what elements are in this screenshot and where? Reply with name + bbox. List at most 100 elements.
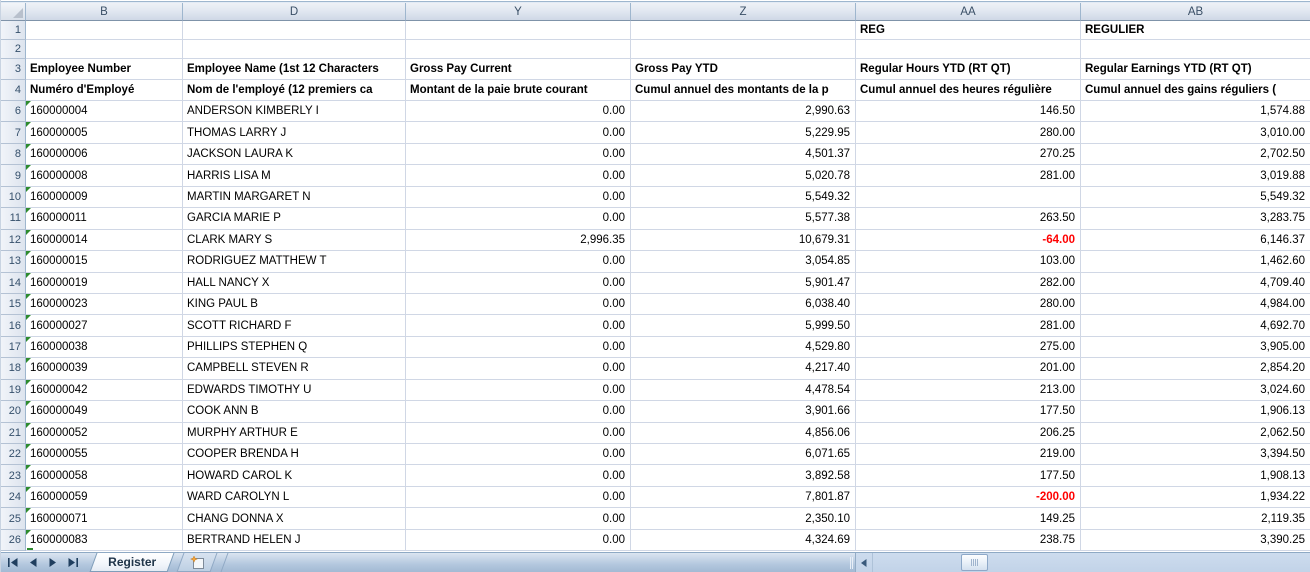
cell-regular-earnings-ytd[interactable]: 3,905.00	[1081, 337, 1310, 358]
cell-regular-earnings-ytd[interactable]: 3,024.60	[1081, 380, 1310, 401]
cell-employee-name[interactable]: PHILLIPS STEPHEN Q	[183, 337, 406, 358]
cell-employee-number[interactable]: 160000027	[26, 315, 183, 336]
row-header[interactable]: 10	[1, 187, 26, 208]
cell-gross-pay-current[interactable]: 0.00	[406, 487, 631, 508]
cell-employee-name[interactable]: SCOTT RICHARD F	[183, 315, 406, 336]
row-header[interactable]: 9	[1, 165, 26, 186]
cell-employee-name[interactable]: CLARK MARY S	[183, 230, 406, 251]
cell-employee-number[interactable]: 160000038	[26, 337, 183, 358]
cell-employee-name[interactable]: COOPER BRENDA H	[183, 444, 406, 465]
cell-gross-pay-ytd[interactable]: 2,990.63	[631, 101, 856, 122]
cell-employee-name[interactable]: GARCIA MARIE P	[183, 208, 406, 229]
cell-employee-name[interactable]: WARD CAROLYN L	[183, 487, 406, 508]
cell-employee-name[interactable]: MARTIN MARGARET N	[183, 187, 406, 208]
column-header-Z[interactable]: Z	[631, 3, 856, 21]
cell-gross-pay-current[interactable]: 0.00	[406, 444, 631, 465]
cell-regular-hours-ytd[interactable]: 238.75	[856, 530, 1081, 551]
cell-regular-earnings-ytd[interactable]: 4,984.00	[1081, 294, 1310, 315]
cell-employee-name[interactable]: CAMPBELL STEVEN R	[183, 358, 406, 379]
cell-D2[interactable]	[183, 40, 406, 59]
cell-gross-pay-ytd[interactable]: 5,549.32	[631, 187, 856, 208]
cell-employee-number[interactable]: 160000015	[26, 251, 183, 272]
row-header[interactable]: 19	[1, 380, 26, 401]
cell-AA1[interactable]: REG	[856, 21, 1081, 40]
column-title-en-Y[interactable]: Gross Pay Current	[406, 59, 631, 80]
cell-Y1[interactable]	[406, 21, 631, 40]
tab-scrollbar-splitter[interactable]	[848, 553, 855, 572]
cell-regular-earnings-ytd[interactable]: 4,692.70	[1081, 315, 1310, 336]
cell-regular-earnings-ytd[interactable]: 2,119.35	[1081, 508, 1310, 529]
cell-regular-hours-ytd[interactable]: 177.50	[856, 401, 1081, 422]
cell-regular-earnings-ytd[interactable]: 3,010.00	[1081, 122, 1310, 143]
row-header[interactable]: 6	[1, 101, 26, 122]
cell-employee-name[interactable]: HALL NANCY X	[183, 273, 406, 294]
cell-gross-pay-ytd[interactable]: 4,501.37	[631, 144, 856, 165]
cell-gross-pay-current[interactable]: 0.00	[406, 423, 631, 444]
row-header[interactable]: 13	[1, 251, 26, 272]
column-header-B[interactable]: B	[26, 3, 183, 21]
cell-gross-pay-current[interactable]: 0.00	[406, 380, 631, 401]
cell-regular-hours-ytd[interactable]: 177.50	[856, 465, 1081, 486]
column-title-en-AA[interactable]: Regular Hours YTD (RT QT)	[856, 59, 1081, 80]
cell-employee-name[interactable]: EDWARDS TIMOTHY U	[183, 380, 406, 401]
cell-employee-name[interactable]: BERTRAND HELEN J	[183, 530, 406, 551]
cell-regular-hours-ytd[interactable]: 213.00	[856, 380, 1081, 401]
column-header-AA[interactable]: AA	[856, 3, 1081, 21]
cell-gross-pay-current[interactable]: 0.00	[406, 508, 631, 529]
cell-employee-number[interactable]: 160000049	[26, 401, 183, 422]
cell-gross-pay-current[interactable]: 0.00	[406, 251, 631, 272]
cell-regular-hours-ytd[interactable]: -64.00	[856, 230, 1081, 251]
row-header[interactable]: 2	[1, 40, 26, 59]
next-sheet-button[interactable]	[44, 555, 61, 571]
cell-employee-number[interactable]: 160000011	[26, 208, 183, 229]
cell-gross-pay-current[interactable]: 0.00	[406, 187, 631, 208]
cell-gross-pay-ytd[interactable]: 5,901.47	[631, 273, 856, 294]
cell-B2[interactable]	[26, 40, 183, 59]
cell-employee-number[interactable]: 160000083	[26, 530, 183, 551]
scroll-left-arrow[interactable]	[856, 553, 873, 572]
cell-Z1[interactable]	[631, 21, 856, 40]
cell-gross-pay-ytd[interactable]: 5,020.78	[631, 165, 856, 186]
cell-gross-pay-ytd[interactable]: 6,038.40	[631, 294, 856, 315]
cell-gross-pay-ytd[interactable]: 4,478.54	[631, 380, 856, 401]
cell-gross-pay-current[interactable]: 0.00	[406, 530, 631, 551]
cell-regular-hours-ytd[interactable]: -200.00	[856, 487, 1081, 508]
cell-regular-earnings-ytd[interactable]: 5,549.32	[1081, 187, 1310, 208]
row-header[interactable]: 20	[1, 401, 26, 422]
cell-gross-pay-current[interactable]: 0.00	[406, 337, 631, 358]
cell-gross-pay-ytd[interactable]: 7,801.87	[631, 487, 856, 508]
cell-employee-number[interactable]: 160000005	[26, 122, 183, 143]
cell-regular-earnings-ytd[interactable]: 2,702.50	[1081, 144, 1310, 165]
cell-AB1[interactable]: REGULIER	[1081, 21, 1310, 40]
column-title-fr-AA[interactable]: Cumul annuel des heures régulière	[856, 80, 1081, 101]
column-title-en-AB[interactable]: Regular Earnings YTD (RT QT)	[1081, 59, 1310, 80]
row-header[interactable]: 1	[1, 21, 26, 40]
cell-regular-earnings-ytd[interactable]: 3,394.50	[1081, 444, 1310, 465]
previous-sheet-button[interactable]	[24, 555, 41, 571]
cell-D1[interactable]	[183, 21, 406, 40]
column-title-fr-D[interactable]: Nom de l'employé (12 premiers ca	[183, 80, 406, 101]
row-header[interactable]: 8	[1, 144, 26, 165]
cell-employee-name[interactable]: RODRIGUEZ MATTHEW T	[183, 251, 406, 272]
cell-employee-number[interactable]: 160000059	[26, 487, 183, 508]
cell-gross-pay-current[interactable]: 0.00	[406, 465, 631, 486]
cell-regular-hours-ytd[interactable]: 280.00	[856, 294, 1081, 315]
cell-employee-name[interactable]: HOWARD CAROL K	[183, 465, 406, 486]
cell-AA2[interactable]	[856, 40, 1081, 59]
cell-regular-earnings-ytd[interactable]: 2,062.50	[1081, 423, 1310, 444]
first-sheet-button[interactable]	[4, 555, 21, 571]
column-header-D[interactable]: D	[183, 3, 406, 21]
cell-regular-earnings-ytd[interactable]: 3,283.75	[1081, 208, 1310, 229]
cell-employee-name[interactable]: CHANG DONNA X	[183, 508, 406, 529]
column-title-fr-AB[interactable]: Cumul annuel des gains réguliers (	[1081, 80, 1310, 101]
cell-employee-number[interactable]: 160000008	[26, 165, 183, 186]
row-header[interactable]: 21	[1, 423, 26, 444]
row-header[interactable]: 12	[1, 230, 26, 251]
column-title-en-B[interactable]: Employee Number	[26, 59, 183, 80]
cell-regular-earnings-ytd[interactable]: 3,390.25	[1081, 530, 1310, 551]
cell-regular-earnings-ytd[interactable]: 1,574.88	[1081, 101, 1310, 122]
cell-gross-pay-current[interactable]: 0.00	[406, 273, 631, 294]
cell-gross-pay-current[interactable]: 0.00	[406, 208, 631, 229]
cell-gross-pay-ytd[interactable]: 3,054.85	[631, 251, 856, 272]
cell-regular-earnings-ytd[interactable]: 1,462.60	[1081, 251, 1310, 272]
